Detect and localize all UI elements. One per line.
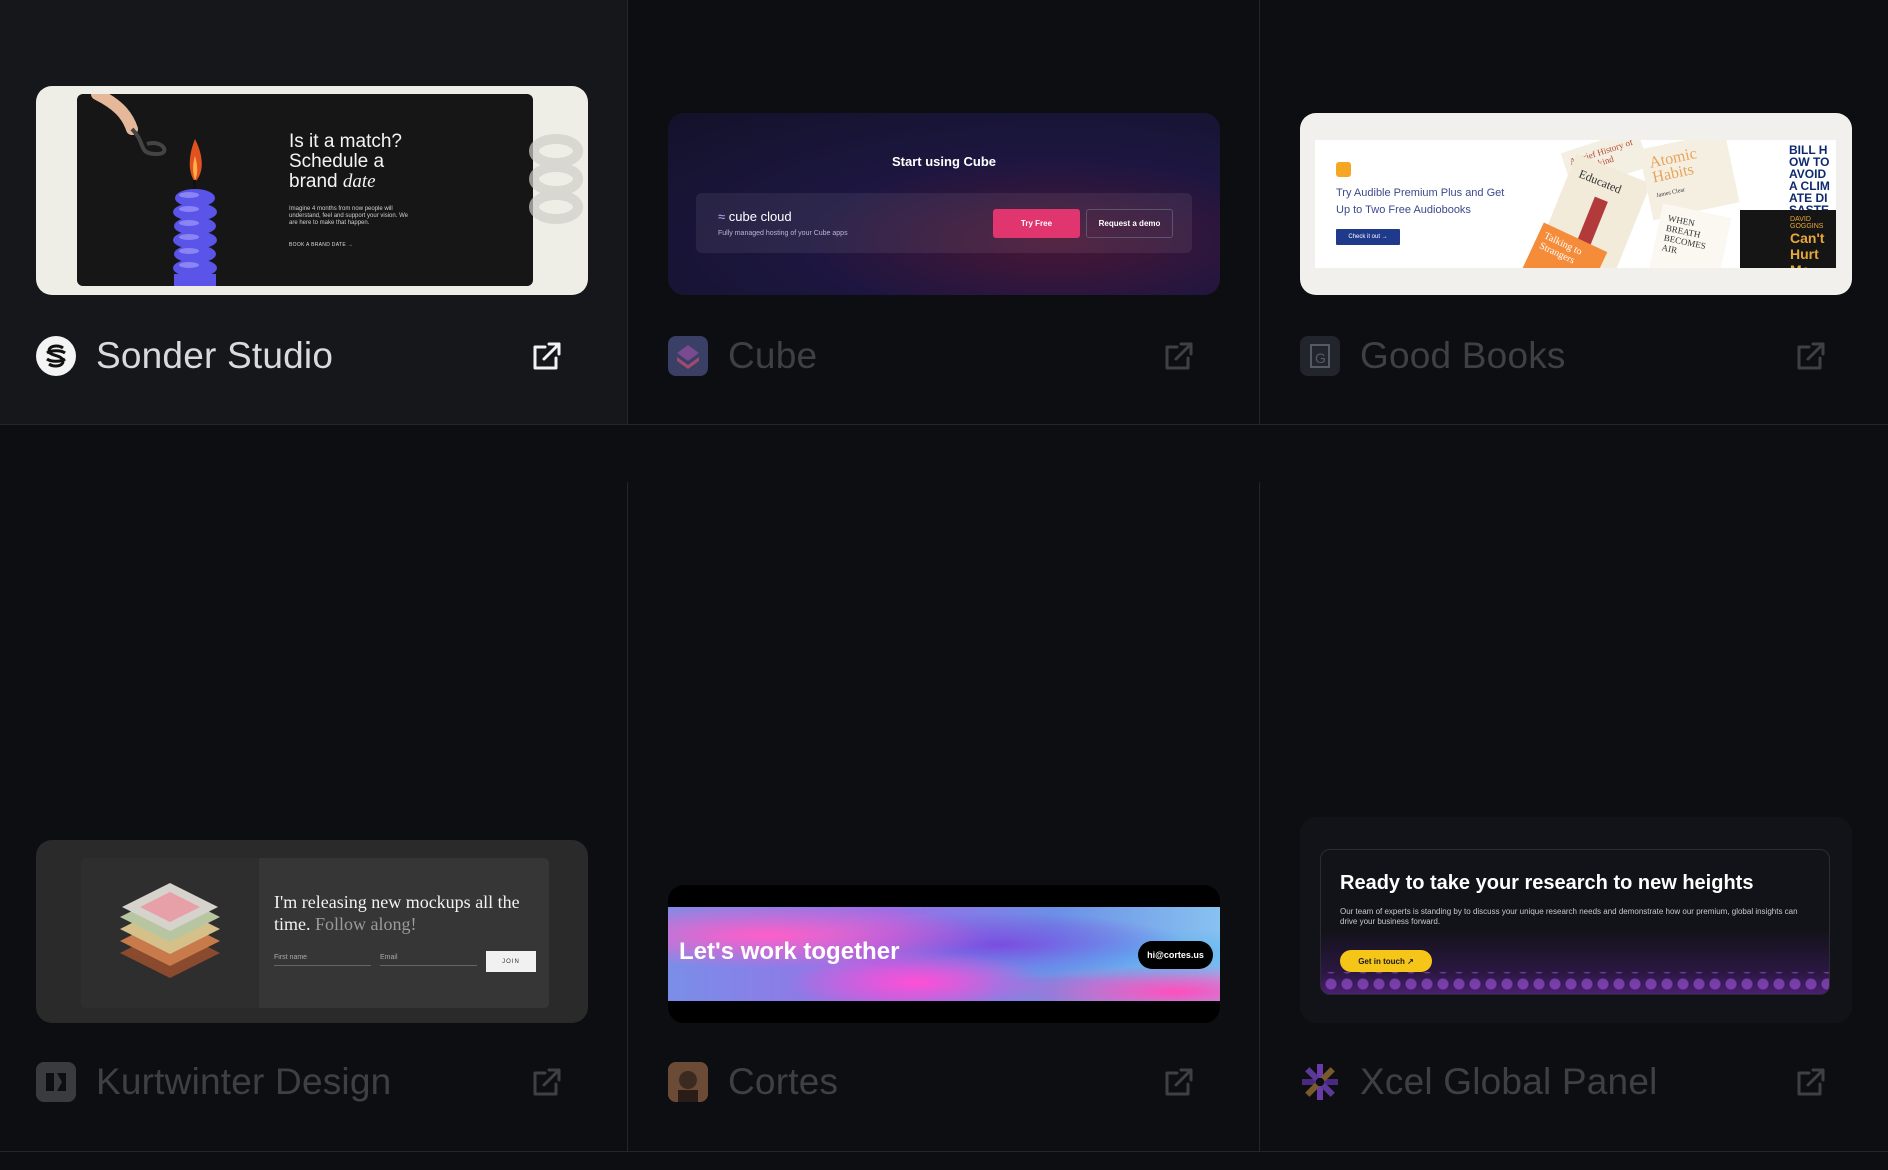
site-name[interactable]: Sonder Studio xyxy=(96,335,333,377)
check-it-out-button: Check it out → xyxy=(1336,229,1400,245)
preview-subtitle: Fully managed hosting of your Cube apps xyxy=(718,230,848,237)
external-link-icon[interactable] xyxy=(1160,1063,1198,1101)
book-cover: When Breath Becomes Air xyxy=(1648,203,1732,268)
cube-logo xyxy=(668,336,708,376)
preview-title: Ready to take your research to new heigh… xyxy=(1340,872,1754,894)
audible-icon xyxy=(1336,162,1351,177)
site-preview[interactable]: Start using Cube ≈ cube cloud Fully mana… xyxy=(668,113,1220,295)
kurtwinter-logo xyxy=(36,1062,76,1102)
preview-screen: Try Audible Premium Plus and Get Up to T… xyxy=(1315,140,1836,268)
card-footer: G Good Books xyxy=(1300,331,1830,381)
external-link-icon[interactable] xyxy=(528,337,566,375)
preview-title: Start using Cube xyxy=(891,154,996,169)
book-cover: BILL HOW TO AVOID A CLIMATE DISASTER xyxy=(1753,140,1836,215)
site-preview[interactable]: I'm releasing new mockups all the time. … xyxy=(36,840,588,1023)
site-card-good-books[interactable]: Try Audible Premium Plus and Get Up to T… xyxy=(1260,0,1888,424)
email-field: Email xyxy=(380,954,477,966)
card-footer: Cube xyxy=(668,331,1198,381)
book-cover: DAVID GOGGINS Can't Hurt Me xyxy=(1740,210,1836,268)
preview-cta: BOOK A BRAND DATE → xyxy=(289,242,353,248)
email-pill: hi@cortes.us xyxy=(1138,941,1213,969)
good-books-logo: G xyxy=(1300,336,1340,376)
get-in-touch-button: Get in touch ↗ xyxy=(1340,950,1432,972)
cube-cloud-logo: ≈ cube cloud xyxy=(718,209,792,224)
external-link-icon[interactable] xyxy=(1160,337,1198,375)
external-link-icon[interactable] xyxy=(1792,1063,1830,1101)
preview-headline: Is it a match? Schedule a brand date xyxy=(289,131,402,192)
card-footer: Kurtwinter Design xyxy=(36,1057,566,1107)
card-footer: Cortes xyxy=(668,1057,1198,1107)
preview-screen: Ready to take your research to new heigh… xyxy=(1320,849,1830,995)
try-free-button: Try Free xyxy=(993,209,1080,238)
preview-body: Our team of experts is standing by to di… xyxy=(1340,907,1798,926)
preview-body: Imagine 4 months from now people will un… xyxy=(289,206,408,226)
preview-headline: Let's work together xyxy=(679,938,900,965)
external-link-icon[interactable] xyxy=(528,1063,566,1101)
site-name[interactable]: Kurtwinter Design xyxy=(96,1061,391,1103)
cortes-avatar xyxy=(668,1062,708,1102)
site-card-cube[interactable]: Start using Cube ≈ cube cloud Fully mana… xyxy=(628,0,1259,424)
preview-headline: I'm releasing new mockups all the time. … xyxy=(274,892,520,934)
preview-screen: I'm releasing new mockups all the time. … xyxy=(81,858,549,1008)
preview-text: Try Audible Premium Plus and Get Up to T… xyxy=(1336,187,1505,216)
preview-panel: ≈ cube cloud Fully managed hosting of yo… xyxy=(696,193,1192,253)
grid-divider xyxy=(0,1151,1888,1152)
site-name[interactable]: Cube xyxy=(728,335,817,377)
mockup-illustration xyxy=(81,858,259,1008)
site-card-kurtwinter-design[interactable]: I'm releasing new mockups all the time. … xyxy=(0,425,627,1151)
xcel-logo xyxy=(1300,1062,1340,1102)
site-name[interactable]: Xcel Global Panel xyxy=(1360,1061,1658,1103)
site-card-xcel-global-panel[interactable]: Ready to take your research to new heigh… xyxy=(1260,425,1888,1151)
first-name-field: First name xyxy=(274,954,371,966)
site-preview[interactable]: Let's work together hi@cortes.us xyxy=(668,885,1220,1023)
preview-screen: Is it a match? Schedule a brand date Ima… xyxy=(77,94,533,286)
site-name[interactable]: Good Books xyxy=(1360,335,1566,377)
site-preview[interactable]: Try Audible Premium Plus and Get Up to T… xyxy=(1300,113,1852,295)
request-demo-button: Request a demo xyxy=(1086,209,1173,238)
site-card-sonder-studio[interactable]: Is it a match? Schedule a brand date Ima… xyxy=(0,0,627,424)
candle-illustration xyxy=(91,94,217,286)
sonder-logo xyxy=(36,336,76,376)
spiral-illustration xyxy=(529,134,583,224)
dot-pattern xyxy=(1321,972,1829,994)
site-preview[interactable]: Ready to take your research to new heigh… xyxy=(1300,817,1852,1023)
site-card-cortes[interactable]: Let's work together hi@cortes.us Cortes xyxy=(628,425,1259,1151)
card-footer: Xcel Global Panel xyxy=(1300,1057,1830,1107)
svg-text:G: G xyxy=(1315,350,1326,366)
site-preview[interactable]: Is it a match? Schedule a brand date Ima… xyxy=(36,86,588,295)
join-button: JOIN xyxy=(486,951,536,972)
site-name[interactable]: Cortes xyxy=(728,1061,838,1103)
card-footer: Sonder Studio xyxy=(36,331,566,381)
external-link-icon[interactable] xyxy=(1792,337,1830,375)
